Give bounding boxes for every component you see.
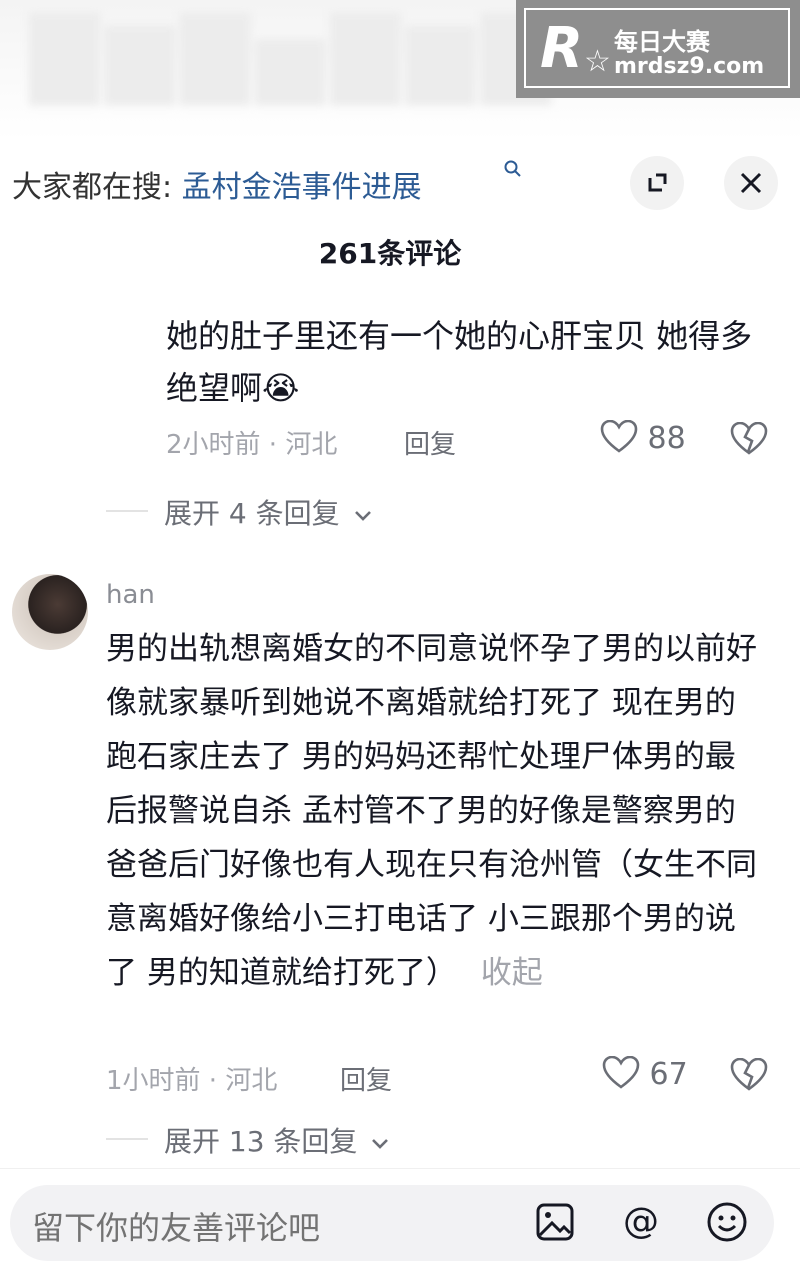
chevron-down-icon (372, 1139, 389, 1149)
comment-input-bar: 留下你的友善评论吧 @ (0, 1168, 800, 1281)
expand-replies-button[interactable]: 展开 13 条回复 (164, 1120, 390, 1160)
expand-icon (648, 173, 667, 192)
comment-text: 她的肚子里还有一个她的心肝宝贝 她得多绝望啊😭 (166, 317, 753, 407)
expand-button[interactable] (630, 156, 684, 210)
comment-input[interactable]: 留下你的友善评论吧 @ (10, 1185, 774, 1261)
comment-input-placeholder: 留下你的友善评论吧 (32, 1209, 321, 1247)
avatar[interactable] (12, 574, 88, 650)
heart-icon (602, 1055, 640, 1089)
blurred-decoration: ▇▆▇▅▇▆▇ (30, 0, 557, 105)
emoji-icon (707, 1202, 747, 1242)
broken-heart-icon (730, 1057, 768, 1091)
divider-dash (106, 510, 148, 512)
collapse-button[interactable]: 收起 (481, 955, 543, 991)
watermark-title: 每日大赛 (614, 28, 710, 56)
like-count: 67 (649, 1057, 688, 1092)
close-icon (740, 172, 762, 194)
broken-heart-icon (730, 421, 768, 455)
watermark-logo: R (540, 16, 584, 81)
like-button[interactable]: 67 (602, 1055, 688, 1092)
mention-button[interactable]: @ (616, 1197, 666, 1247)
image-button[interactable] (530, 1197, 580, 1247)
watermark-frame: R ☆ 每日大赛 mrdsz9.com (524, 8, 790, 88)
watermark: R ☆ 每日大赛 mrdsz9.com (516, 0, 800, 98)
svg-text:@: @ (623, 1201, 659, 1242)
like-button[interactable]: 88 (600, 419, 686, 456)
divider-dash (106, 1138, 148, 1140)
comment-time-location: 2小时前 · 河北 (166, 430, 338, 460)
dislike-button[interactable] (730, 421, 768, 460)
comment-username[interactable]: han (106, 580, 155, 610)
emoji-button[interactable] (702, 1197, 752, 1247)
star-icon: ☆ (584, 44, 611, 79)
expand-replies-label: 展开 13 条回复 (164, 1125, 358, 1158)
trending-search-prefix: 大家都在搜: (12, 170, 173, 205)
trending-search-link[interactable]: 孟村金浩事件进展 (182, 170, 422, 205)
watermark-url: mrdsz9.com (614, 54, 765, 79)
image-icon (536, 1203, 574, 1241)
heart-icon (600, 419, 638, 453)
expand-replies-button[interactable]: 展开 4 条回复 (164, 492, 373, 532)
like-count: 88 (647, 421, 686, 456)
comment-body: 男的出轨想离婚女的不同意说怀孕了男的以前好像就家暴听到她说不离婚就给打死了 现在… (106, 622, 766, 1000)
reply-button[interactable]: 回复 (404, 424, 456, 461)
expand-replies-label: 展开 4 条回复 (164, 497, 340, 530)
reply-button[interactable]: 回复 (340, 1060, 392, 1097)
comment-count-title: 261条评论 (318, 237, 462, 270)
trending-search-row[interactable]: 大家都在搜: 孟村金浩事件进展 (12, 160, 521, 206)
dislike-button[interactable] (730, 1057, 768, 1096)
comment-text: 男的出轨想离婚女的不同意说怀孕了男的以前好像就家暴听到她说不离婚就给打死了 现在… (106, 631, 757, 991)
chevron-down-icon (354, 511, 371, 521)
comment-time-location: 1小时前 · 河北 (106, 1066, 278, 1096)
search-icon (504, 160, 521, 177)
at-icon: @ (623, 1201, 659, 1242)
close-button[interactable] (724, 156, 778, 210)
